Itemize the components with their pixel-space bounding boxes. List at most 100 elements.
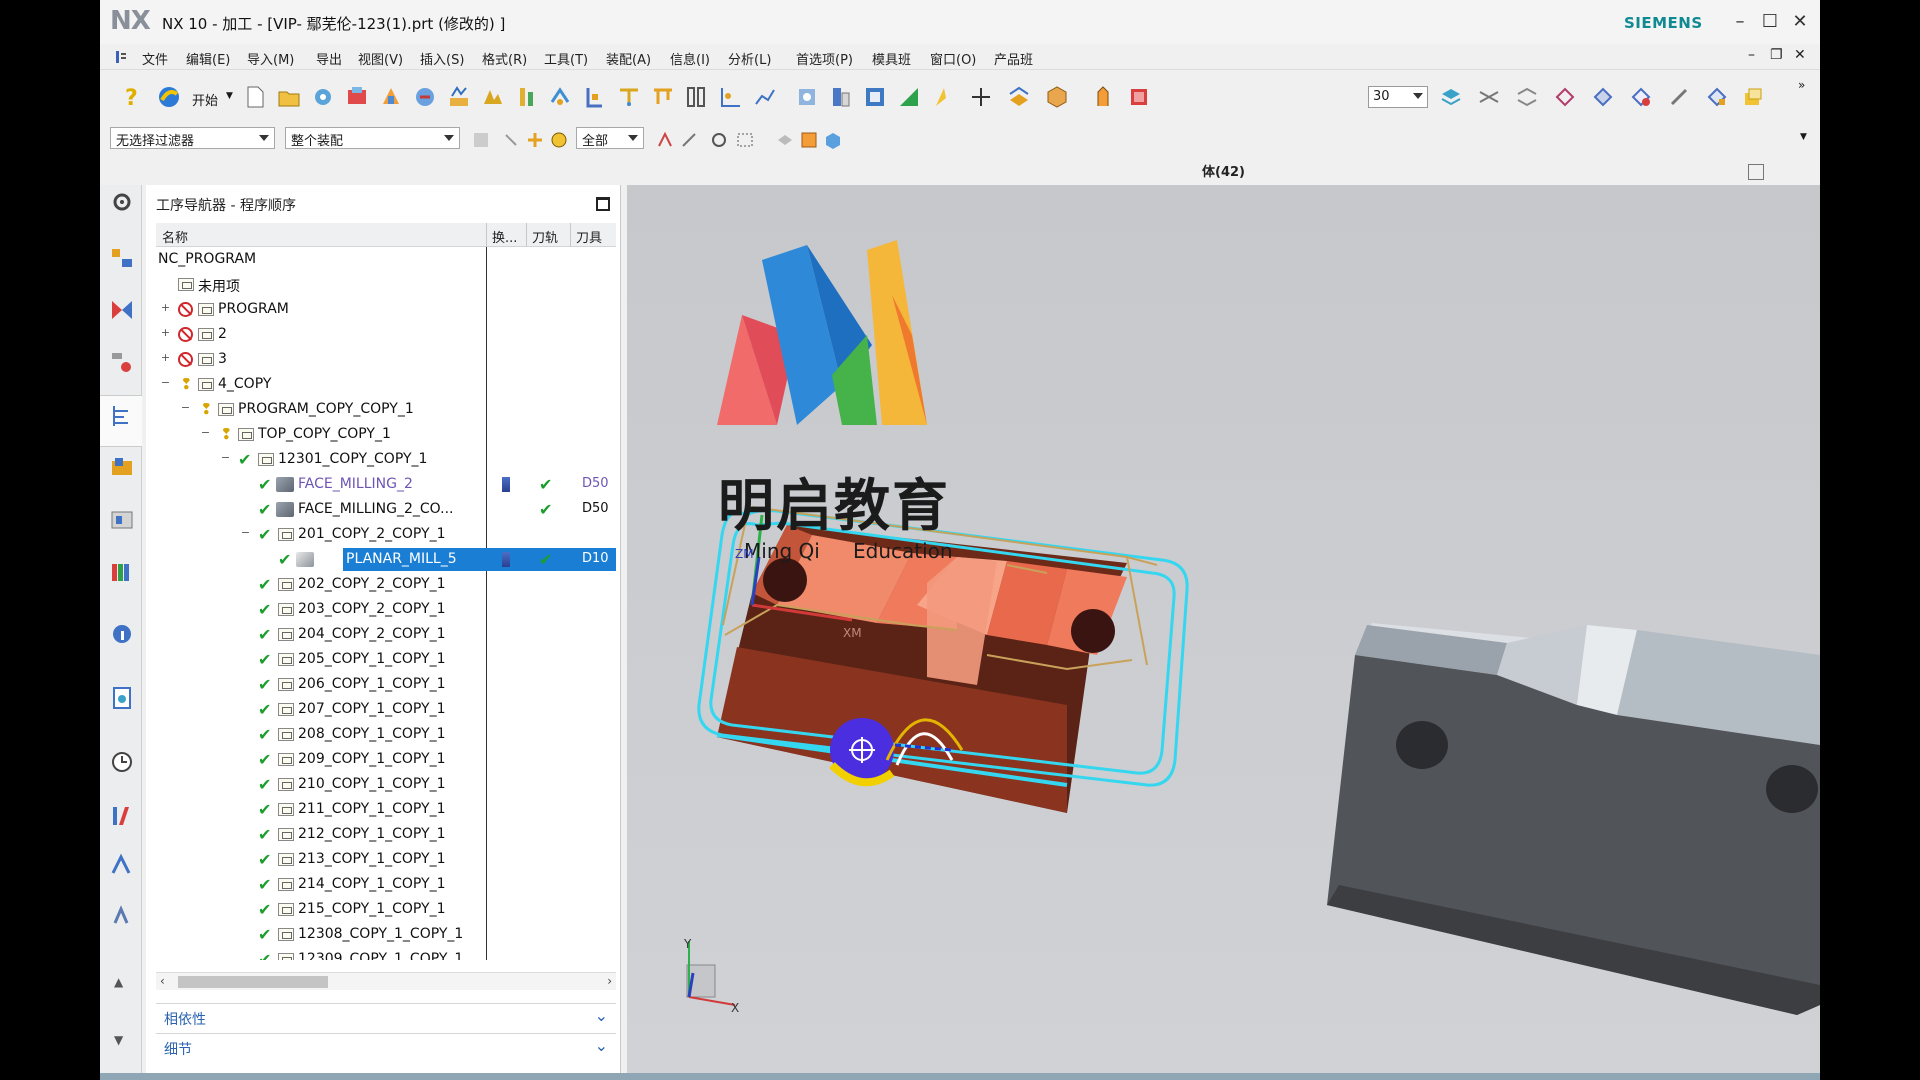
column-path-header[interactable]: 刀轨 bbox=[532, 227, 558, 246]
output-cls-icon[interactable] bbox=[752, 84, 778, 110]
doc-close-icon[interactable]: ✕ bbox=[1794, 47, 1806, 63]
layer-settings-icon[interactable] bbox=[1006, 84, 1032, 110]
column-name-header[interactable]: 名称 bbox=[162, 227, 188, 246]
tree-row-205-copy[interactable]: ✔ 205_COPY_1_COPY_1 bbox=[156, 647, 616, 672]
menu-view[interactable]: 视图(V) bbox=[358, 49, 403, 68]
tree-row-204-copy[interactable]: ✔ 204_COPY_2_COPY_1 bbox=[156, 622, 616, 647]
role-icon[interactable] bbox=[109, 803, 135, 829]
menu-toggle-icon[interactable] bbox=[114, 50, 128, 64]
select-feature-icon[interactable] bbox=[502, 131, 520, 149]
wireframe-toggle-icon[interactable] bbox=[800, 131, 818, 149]
tree-row-209-copy[interactable]: ✔ 209_COPY_1_COPY_1 bbox=[156, 747, 616, 772]
tree-row-215-copy[interactable]: ✔ 215_COPY_1_COPY_1 bbox=[156, 897, 616, 922]
layer-stack-icon[interactable] bbox=[1438, 84, 1464, 110]
resource-scroll-up-icon[interactable]: ▲ bbox=[114, 975, 123, 989]
add-selection-icon[interactable] bbox=[526, 131, 544, 149]
tree-row-212-copy[interactable]: ✔ 212_COPY_1_COPY_1 bbox=[156, 822, 616, 847]
filter-settings-icon[interactable] bbox=[472, 131, 490, 149]
select-all-icon[interactable] bbox=[550, 131, 568, 149]
rectangle-select-icon[interactable] bbox=[736, 131, 754, 149]
tree-row-12309-copy[interactable]: ✔ 12309_COPY_1_COPY_1 bbox=[156, 947, 616, 960]
wcs-orient-icon[interactable] bbox=[1090, 84, 1116, 110]
tree-row-12301-copy[interactable]: − ✔ 12301_COPY_COPY_1 bbox=[156, 447, 616, 472]
type-filter-select[interactable]: 全部 bbox=[576, 127, 644, 149]
menu-insert[interactable]: 插入(S) bbox=[420, 49, 464, 68]
column-tool-header[interactable]: 刀具 bbox=[576, 227, 602, 246]
generate-toolpath-icon[interactable] bbox=[514, 84, 540, 110]
tree-row-program[interactable]: + PROGRAM bbox=[156, 297, 616, 322]
reuse-library-icon[interactable] bbox=[109, 559, 135, 585]
machine-tool-navigator-icon[interactable] bbox=[109, 455, 135, 481]
menu-import[interactable]: 导入(M) bbox=[247, 49, 294, 68]
geometry-view-icon[interactable] bbox=[896, 84, 922, 110]
tree-row-207-copy[interactable]: ✔ 207_COPY_1_COPY_1 bbox=[156, 697, 616, 722]
column-separator[interactable] bbox=[526, 223, 527, 247]
start-menu-label[interactable]: 开始 bbox=[192, 90, 218, 109]
snap-center-icon[interactable] bbox=[710, 131, 728, 149]
start-dropdown-icon[interactable]: ▼ bbox=[226, 91, 233, 101]
tree-row-3[interactable]: + 3 bbox=[156, 347, 616, 372]
start-app-icon[interactable] bbox=[156, 84, 182, 110]
close-icon[interactable]: ✕ bbox=[1788, 9, 1812, 35]
tree-row-208-copy[interactable]: ✔ 208_COPY_1_COPY_1 bbox=[156, 722, 616, 747]
menu-tools[interactable]: 工具(T) bbox=[544, 49, 588, 68]
rotate-view-icon[interactable] bbox=[1552, 84, 1578, 110]
column-change-header[interactable]: 换... bbox=[492, 227, 517, 246]
column-separator[interactable] bbox=[570, 223, 571, 247]
open-file-icon[interactable] bbox=[276, 84, 302, 110]
manufacturing-wizard-icon[interactable] bbox=[109, 903, 135, 929]
tree-row-203-copy[interactable]: ✔ 203_COPY_2_COPY_1 bbox=[156, 597, 616, 622]
toolbar-overflow-icon[interactable]: » bbox=[1798, 78, 1805, 92]
simulate-machine-icon[interactable] bbox=[650, 84, 676, 110]
expand-plus-icon[interactable]: + bbox=[160, 327, 171, 339]
menu-assembly[interactable]: 装配(A) bbox=[606, 49, 651, 68]
tree-row-211-copy[interactable]: ✔ 211_COPY_1_COPY_1 bbox=[156, 797, 616, 822]
shaded-toggle-icon[interactable] bbox=[824, 131, 842, 149]
tree-row-nc-program[interactable]: NC_PROGRAM bbox=[156, 247, 616, 272]
tree-row-213-copy[interactable]: ✔ 213_COPY_1_COPY_1 bbox=[156, 847, 616, 872]
menu-information[interactable]: 信息(I) bbox=[670, 49, 710, 68]
tree-row-planar-mill-5[interactable]: ✔ PLANAR_MILL_5 ✔ D10 bbox=[156, 547, 616, 572]
maximize-icon[interactable]: ☐ bbox=[1758, 9, 1782, 35]
show-hide-icon[interactable] bbox=[776, 131, 794, 149]
constraint-navigator-icon[interactable] bbox=[109, 297, 135, 323]
menu-product-class[interactable]: 产品班 bbox=[994, 49, 1033, 68]
settings-gear-icon[interactable] bbox=[109, 189, 135, 215]
shaded-view-icon[interactable] bbox=[1740, 84, 1766, 110]
menu-window[interactable]: 窗口(O) bbox=[930, 49, 976, 68]
selection-filter-select[interactable]: 无选择过滤器 bbox=[110, 127, 275, 149]
menu-mold-class[interactable]: 模具班 bbox=[872, 49, 911, 68]
machine-view-icon[interactable] bbox=[828, 84, 854, 110]
system-materials-icon[interactable] bbox=[109, 685, 135, 711]
tree-row-214-copy[interactable]: ✔ 214_COPY_1_COPY_1 bbox=[156, 872, 616, 897]
collapse-minus-icon[interactable]: − bbox=[160, 377, 171, 389]
operation-navigator-icon[interactable] bbox=[109, 403, 135, 429]
menu-file[interactable]: 文件 bbox=[142, 49, 168, 68]
collapse-minus-icon[interactable]: − bbox=[240, 527, 251, 539]
machining-feature-navigator-icon[interactable] bbox=[109, 507, 135, 533]
expand-plus-icon[interactable]: + bbox=[160, 302, 171, 314]
zoom-view-icon[interactable] bbox=[1628, 84, 1654, 110]
verify-toolpath-icon[interactable] bbox=[616, 84, 642, 110]
create-program-icon[interactable] bbox=[310, 84, 336, 110]
collapse-minus-icon[interactable]: − bbox=[180, 402, 191, 414]
blank-object-icon[interactable] bbox=[1126, 84, 1152, 110]
help-icon[interactable]: ? bbox=[118, 84, 144, 110]
tree-row-12308-copy[interactable]: ✔ 12308_COPY_1_COPY_1 bbox=[156, 922, 616, 947]
fit-view-icon[interactable] bbox=[1514, 84, 1540, 110]
menu-analysis[interactable]: 分析(L) bbox=[728, 49, 771, 68]
expand-plus-icon[interactable]: + bbox=[160, 352, 171, 364]
dependencies-section[interactable]: 相依性 ⌄ bbox=[156, 1003, 616, 1029]
tree-row-202-copy[interactable]: ✔ 202_COPY_2_COPY_1 bbox=[156, 572, 616, 597]
details-section[interactable]: 细节 ⌄ bbox=[156, 1033, 616, 1059]
tree-row-2[interactable]: + 2 bbox=[156, 322, 616, 347]
resource-scroll-down-icon[interactable]: ▼ bbox=[114, 1033, 123, 1047]
menu-export[interactable]: 导出 bbox=[316, 49, 342, 68]
doc-restore-icon[interactable]: ❐ bbox=[1770, 47, 1783, 63]
selection-scope-select[interactable]: 整个装配 bbox=[285, 127, 460, 149]
tool-view-icon[interactable] bbox=[862, 84, 888, 110]
menu-preferences[interactable]: 首选项(P) bbox=[796, 49, 853, 68]
scrollbar-thumb[interactable] bbox=[178, 976, 328, 988]
menu-edit[interactable]: 编辑(E) bbox=[186, 49, 230, 68]
replay-toolpath-icon[interactable] bbox=[548, 84, 574, 110]
